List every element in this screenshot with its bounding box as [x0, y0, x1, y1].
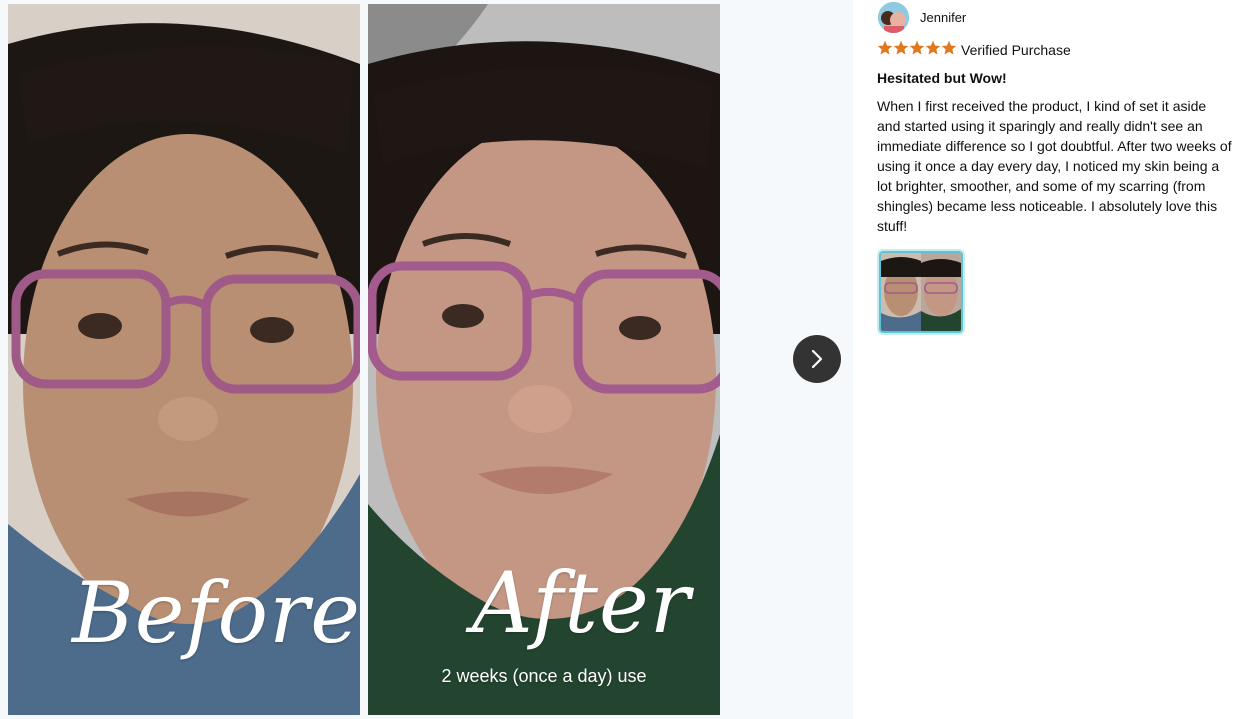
before-photo: Before	[8, 4, 360, 715]
review-body: When I first received the product, I kin…	[877, 98, 1232, 234]
after-caption: 2 weeks (once a day) use	[441, 666, 647, 686]
star-rating	[877, 40, 957, 58]
after-photo: After 2 weeks (once a day) use	[368, 4, 720, 715]
profile-photo-icon	[878, 2, 909, 33]
after-label: After	[472, 554, 691, 652]
review-panel: Jennifer Verified Purchase Hesitated but…	[853, 0, 1236, 719]
star-icon	[941, 40, 957, 55]
before-label: Before	[72, 564, 360, 662]
star-icon	[893, 40, 909, 55]
next-image-button[interactable]	[793, 335, 841, 383]
review-image-thumbnail[interactable]	[879, 251, 963, 333]
chevron-right-icon	[811, 349, 823, 369]
verified-purchase-badge: Verified Purchase	[961, 42, 1071, 58]
review-title: Hesitated but Wow!	[877, 70, 1007, 86]
star-icon	[877, 40, 893, 55]
thumbnail-image	[881, 253, 961, 331]
avatar	[878, 2, 909, 33]
image-viewer: Before After 2 weeks (once a day) use	[0, 0, 853, 719]
star-icon	[909, 40, 925, 55]
reviewer-name[interactable]: Jennifer	[920, 10, 966, 25]
star-icon	[925, 40, 941, 55]
